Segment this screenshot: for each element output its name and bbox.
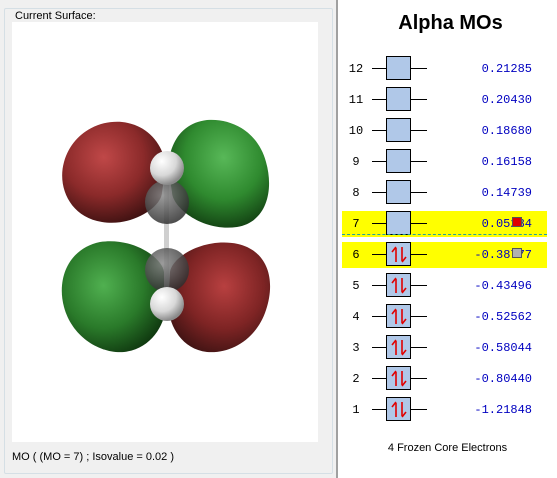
- orbital-energy: 0.16158: [481, 155, 532, 169]
- orbital-row[interactable]: 3 -0.58044: [342, 335, 547, 361]
- orbital-row[interactable]: 10 0.18680: [342, 118, 547, 144]
- orbital-box[interactable]: [386, 242, 411, 266]
- lumo-indicator: [512, 217, 522, 227]
- level-line-right: [411, 254, 427, 255]
- orbital-number: 8: [352, 186, 360, 200]
- level-line-left: [372, 409, 386, 410]
- orbital-row[interactable]: 1 -1.21848: [342, 397, 547, 423]
- surface-panel: Current Surface: MO ((MO = 7) ; Isovalu…: [0, 0, 335, 478]
- orbital-energy: 0.21285: [481, 62, 532, 76]
- level-line-left: [372, 161, 386, 162]
- frozen-core-label: 4 Frozen Core Electrons: [387, 442, 508, 454]
- molecule-viewer[interactable]: [12, 22, 318, 442]
- orbital-box[interactable]: [386, 304, 411, 328]
- orbital-energy: -1.21848: [474, 403, 532, 417]
- electron-pair-icon: [391, 401, 407, 418]
- electron-pair-icon: [391, 370, 407, 387]
- level-line-left: [372, 130, 386, 131]
- electron-pair-icon: [391, 308, 407, 325]
- level-line-right: [411, 68, 427, 69]
- level-line-right: [411, 285, 427, 286]
- orbital-row[interactable]: 4 -0.52562: [342, 304, 547, 330]
- orbital-number: 1: [352, 403, 360, 417]
- orbital-box[interactable]: [386, 149, 411, 173]
- level-line-right: [411, 192, 427, 193]
- lower-hydrogen-atom: [150, 287, 184, 321]
- mo-status-text: MO ( (MO = 7) ; Isovalue = 0.02 ): [12, 451, 174, 463]
- level-line-left: [372, 68, 386, 69]
- orbital-box[interactable]: [386, 180, 411, 204]
- orbital-number: 12: [348, 62, 364, 76]
- level-line-left: [372, 223, 386, 224]
- orbital-energy: 0.18680: [481, 124, 532, 138]
- level-line-left: [372, 192, 386, 193]
- level-line-left: [372, 99, 386, 100]
- orbital-number: 2: [352, 372, 360, 386]
- level-line-left: [372, 285, 386, 286]
- orbital-row[interactable]: 8 0.14739: [342, 180, 547, 206]
- orbital-box[interactable]: [386, 211, 411, 235]
- level-line-right: [411, 378, 427, 379]
- orbital-energy: 0.14739: [481, 186, 532, 200]
- orbital-box[interactable]: [386, 335, 411, 359]
- level-line-right: [411, 316, 427, 317]
- orbital-number: 9: [352, 155, 360, 169]
- orbital-box[interactable]: [386, 87, 411, 111]
- electron-pair-icon: [391, 339, 407, 356]
- orbital-energy: -0.80440: [474, 372, 532, 386]
- orbital-row[interactable]: 9 0.16158: [342, 149, 547, 175]
- orbital-number: 10: [348, 124, 364, 138]
- orbital-number: 6: [352, 248, 360, 262]
- mo-diagram-panel: Alpha MOs 12 0.21285 11 0.20430 10 0.18680 9 0.…: [338, 0, 557, 478]
- orbital-energy: -0.58044: [474, 341, 532, 355]
- level-line-right: [411, 161, 427, 162]
- orbital-number: 3: [352, 341, 360, 355]
- orbital-row[interactable]: 11 0.20430: [342, 87, 547, 113]
- level-line-right: [411, 223, 427, 224]
- orbital-row[interactable]: 5 -0.43496: [342, 273, 547, 299]
- orbital-box[interactable]: [386, 56, 411, 80]
- mo-diagram-title: Alpha MOs: [398, 12, 503, 34]
- level-line-right: [411, 347, 427, 348]
- orbital-number: 11: [348, 93, 364, 107]
- upper-hydrogen-atom: [150, 151, 184, 185]
- electron-pair-icon: [391, 277, 407, 294]
- orbital-energy: -0.52562: [474, 310, 532, 324]
- homo-indicator: [512, 248, 522, 258]
- orbital-row[interactable]: 12 0.21285: [342, 56, 547, 82]
- level-line-right: [411, 99, 427, 100]
- electron-pair-icon: [391, 246, 407, 263]
- orbital-box[interactable]: [386, 273, 411, 297]
- orbital-energy: 0.20430: [481, 93, 532, 107]
- current-surface-label: Current Surface:: [13, 10, 98, 22]
- level-line-right: [411, 409, 427, 410]
- orbital-box[interactable]: [386, 118, 411, 142]
- orbital-number: 5: [352, 279, 360, 293]
- orbital-box[interactable]: [386, 366, 411, 390]
- level-line-left: [372, 378, 386, 379]
- level-line-left: [372, 316, 386, 317]
- orbital-number: 4: [352, 310, 360, 324]
- orbital-number: 7: [352, 217, 360, 231]
- orbital-surface-render[interactable]: [12, 22, 318, 442]
- homo-lumo-separator: [342, 234, 547, 235]
- orbital-energy: -0.43496: [474, 279, 532, 293]
- orbital-row[interactable]: 2 -0.80440: [342, 366, 547, 392]
- lower-heavy-atom: [145, 248, 189, 292]
- upper-heavy-atom: [145, 180, 189, 224]
- level-line-left: [372, 347, 386, 348]
- level-line-left: [372, 254, 386, 255]
- orbital-box[interactable]: [386, 397, 411, 421]
- level-line-right: [411, 130, 427, 131]
